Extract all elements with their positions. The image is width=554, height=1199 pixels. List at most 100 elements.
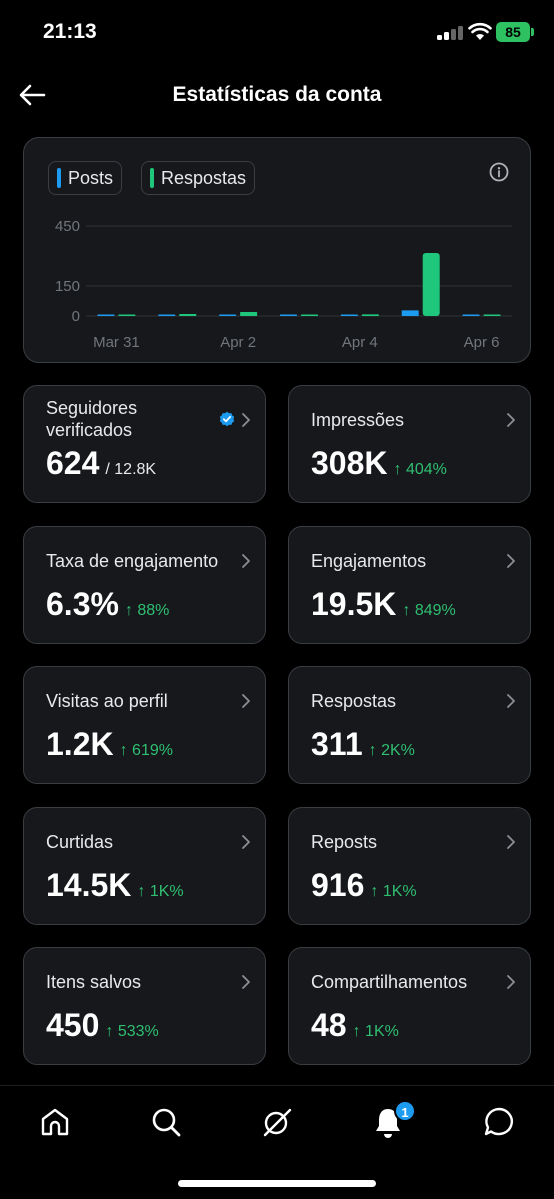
stat-change: ↑ 2K% bbox=[368, 742, 415, 759]
stat-label: Visitas ao perfil bbox=[46, 691, 168, 711]
x-tick-label: Apr 2 bbox=[220, 334, 256, 351]
status-time: 21:13 bbox=[43, 20, 97, 43]
stat-value-row: 308K ↑ 404% bbox=[311, 445, 447, 482]
stat-change: ↑ 88% bbox=[124, 601, 170, 619]
stat-value: 308K bbox=[311, 445, 388, 481]
stat-card[interactable]: Respostas 311 ↑ 2K% bbox=[288, 666, 531, 784]
wifi-icon bbox=[468, 22, 492, 40]
bar-replies[interactable] bbox=[422, 253, 440, 316]
bar-replies[interactable] bbox=[179, 314, 197, 316]
bar-replies[interactable] bbox=[301, 314, 318, 317]
stat-value-row: 14.5K ↑ 1K% bbox=[46, 867, 184, 904]
grok-icon[interactable] bbox=[259, 1104, 295, 1140]
stat-value: 1.2K bbox=[46, 726, 114, 762]
battery-icon: 85 bbox=[496, 22, 530, 42]
stat-label: Reposts bbox=[311, 831, 378, 852]
bar-replies[interactable] bbox=[361, 314, 379, 316]
stat-value-row: 624 / 12.8K bbox=[46, 445, 156, 482]
bar-replies[interactable] bbox=[118, 314, 136, 317]
stat-value-row: 916 ↑ 1K% bbox=[311, 867, 417, 904]
chevron-right-icon bbox=[242, 975, 250, 989]
stat-label: Engajamentos bbox=[311, 550, 427, 571]
stat-label: Impressões bbox=[311, 410, 405, 430]
chevron-right-icon bbox=[242, 834, 250, 849]
legend-posts-swatch bbox=[57, 168, 61, 188]
stat-change: ↑ 849% bbox=[402, 601, 456, 619]
legend-posts[interactable]: Posts bbox=[48, 161, 123, 195]
stat-value-row: 450 ↑ 533% bbox=[46, 1007, 159, 1044]
chevron-right-icon bbox=[507, 413, 515, 427]
header: Estatísticas da conta bbox=[0, 66, 554, 124]
bar-posts[interactable] bbox=[340, 314, 358, 317]
stat-value-row: 48 ↑ 1K% bbox=[311, 1007, 399, 1044]
legend-replies[interactable]: Respostas bbox=[141, 161, 256, 195]
battery-nub bbox=[531, 28, 534, 36]
y-tick-label: 0 bbox=[72, 308, 80, 325]
stat-value: 48 bbox=[311, 1007, 347, 1043]
stat-change: ↑ 404% bbox=[393, 461, 447, 478]
stat-change: ↑ 619% bbox=[119, 742, 173, 759]
stat-change: ↑ 1K% bbox=[352, 1023, 399, 1040]
bar-posts[interactable] bbox=[280, 314, 297, 317]
stat-card[interactable]: Taxa de engajamento 6.3% ↑ 88% bbox=[23, 525, 266, 644]
stat-change: ↑ 533% bbox=[105, 1023, 159, 1040]
stat-label: Curtidas bbox=[46, 831, 114, 852]
stat-total: / 12.8K bbox=[105, 461, 157, 478]
stat-card[interactable]: Impressões 308K ↑ 404% bbox=[288, 385, 531, 503]
stat-value-row: 1.2K ↑ 619% bbox=[46, 726, 173, 763]
info-icon[interactable] bbox=[488, 161, 510, 183]
stat-value: 6.3% bbox=[46, 585, 119, 622]
stat-change: ↑ 1K% bbox=[370, 882, 417, 900]
x-tick-label: Mar 31 bbox=[93, 334, 140, 351]
chevron-right-icon bbox=[507, 834, 515, 849]
stat-value: 14.5K bbox=[46, 866, 132, 903]
stat-value: 450 bbox=[46, 1007, 100, 1043]
legend-replies-label: Respostas bbox=[161, 167, 247, 188]
stat-value: 311 bbox=[311, 726, 363, 762]
chart-card: 450 150 0 Mar 31 Apr 2 Apr 4 Apr 6 Posts Respo… bbox=[23, 137, 531, 363]
stat-card[interactable]: Seguidores verificados 624 / 12.8K bbox=[23, 385, 266, 503]
chevron-right-icon bbox=[242, 553, 250, 568]
chevron-right-icon bbox=[242, 413, 250, 427]
stat-card[interactable]: Engajamentos 19.5K ↑ 849% bbox=[288, 525, 531, 644]
cellular-signal-icon bbox=[437, 26, 463, 40]
bar-posts[interactable] bbox=[97, 314, 115, 317]
stat-value: 916 bbox=[311, 866, 365, 903]
stat-card[interactable]: Itens salvos 450 ↑ 533% bbox=[23, 947, 266, 1065]
chevron-right-icon bbox=[242, 694, 250, 708]
stat-value-row: 311 ↑ 2K% bbox=[311, 726, 415, 763]
stat-label: Itens salvos bbox=[46, 972, 142, 992]
stat-value: 624 bbox=[46, 445, 100, 481]
stat-card[interactable]: Reposts 916 ↑ 1K% bbox=[288, 806, 531, 925]
page-title: Estatísticas da conta bbox=[172, 83, 382, 106]
verified-badge-icon bbox=[219, 411, 235, 427]
stat-card[interactable]: Compartilhamentos 48 ↑ 1K% bbox=[288, 947, 531, 1065]
chevron-right-icon bbox=[507, 975, 515, 989]
stat-change: ↑ 1K% bbox=[137, 882, 184, 900]
home-indicator bbox=[178, 1180, 376, 1187]
x-tick-label: Apr 4 bbox=[342, 334, 378, 351]
stat-label: Compartilhamentos bbox=[311, 972, 468, 992]
chevron-right-icon bbox=[507, 694, 515, 708]
y-tick-label: 150 bbox=[55, 278, 80, 295]
chevron-right-icon bbox=[507, 553, 515, 568]
bar-posts[interactable] bbox=[219, 314, 237, 317]
bar-replies[interactable] bbox=[240, 312, 258, 316]
bar-posts[interactable] bbox=[401, 310, 419, 316]
legend-replies-swatch bbox=[150, 168, 154, 188]
stat-value-row: 19.5K ↑ 849% bbox=[311, 586, 456, 623]
search-icon[interactable] bbox=[148, 1104, 184, 1140]
stat-card[interactable]: Curtidas 14.5K ↑ 1K% bbox=[23, 806, 266, 925]
stat-label: Taxa de engajamento bbox=[46, 550, 219, 571]
stat-label: Respostas bbox=[311, 691, 397, 711]
home-icon[interactable] bbox=[37, 1104, 73, 1140]
bar-posts[interactable] bbox=[462, 314, 480, 317]
bar-posts[interactable] bbox=[158, 314, 176, 317]
x-tick-label: Apr 6 bbox=[464, 334, 500, 351]
stat-value-row: 6.3% ↑ 88% bbox=[46, 586, 169, 623]
stat-value: 19.5K bbox=[311, 585, 397, 622]
stat-card[interactable]: Visitas ao perfil 1.2K ↑ 619% bbox=[23, 666, 266, 784]
bar-replies[interactable] bbox=[483, 314, 501, 317]
messages-icon[interactable] bbox=[481, 1104, 517, 1140]
y-tick-label: 450 bbox=[55, 218, 80, 235]
